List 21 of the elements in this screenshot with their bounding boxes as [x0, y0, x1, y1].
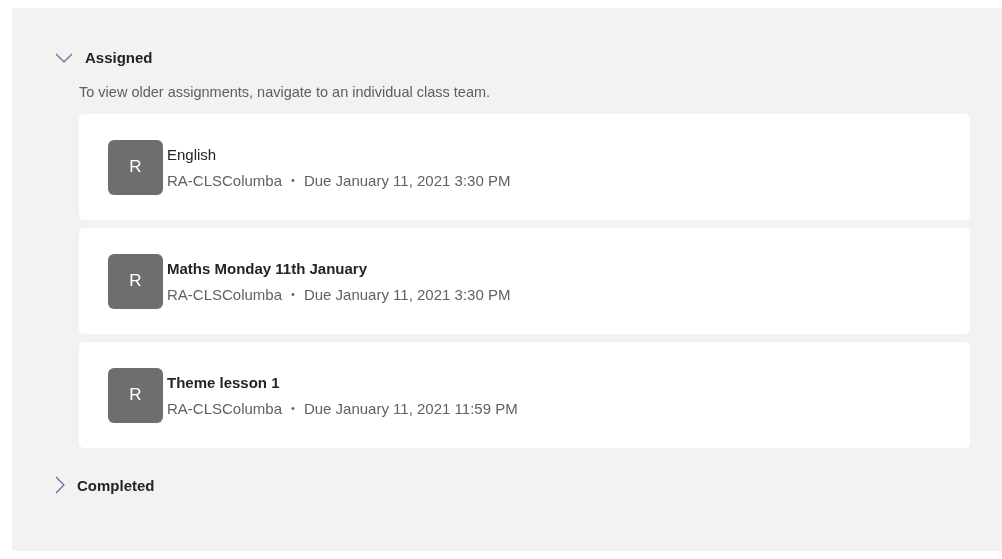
assignment-title: Theme lesson 1: [167, 373, 281, 391]
assignment-card[interactable]: R English RA-CLSColumba • Due January 11, 2021 3:30 PM: [79, 114, 970, 220]
assignment-title: Maths Monday 11th January: [167, 259, 369, 277]
separator-dot: •: [291, 402, 295, 414]
due-date: Due January 11, 2021 11:59 PM: [303, 399, 518, 417]
avatar: R: [108, 253, 163, 309]
section-toggle[interactable]: Assigned: [55, 45, 153, 70]
due-date: Due January 11, 2021 3:30 PM: [303, 171, 511, 189]
team-name: RA-CLSColumba: [167, 399, 283, 417]
due-date: Due January 11, 2021 3:30 PM: [303, 285, 511, 303]
section-toggle[interactable]: Completed: [55, 472, 155, 498]
avatar: R: [108, 367, 163, 423]
assignment-card[interactable]: R Maths Monday 11th January RA-CLSColumba • Due January 11, 2021 3:30 PM: [79, 228, 970, 334]
assignment-card[interactable]: R Theme lesson 1 RA-CLSColumba • Due January 11, 2021 11:59 PM: [79, 342, 970, 448]
separator-dot: •: [291, 288, 295, 300]
team-name: RA-CLSColumba: [167, 285, 283, 303]
team-name: RA-CLSColumba: [167, 171, 283, 189]
info-text: To view older assignments, navigate to an individual class team.: [79, 84, 492, 100]
assignment-title: English: [167, 145, 218, 163]
separator-dot: •: [291, 174, 295, 186]
avatar: R: [108, 139, 163, 195]
